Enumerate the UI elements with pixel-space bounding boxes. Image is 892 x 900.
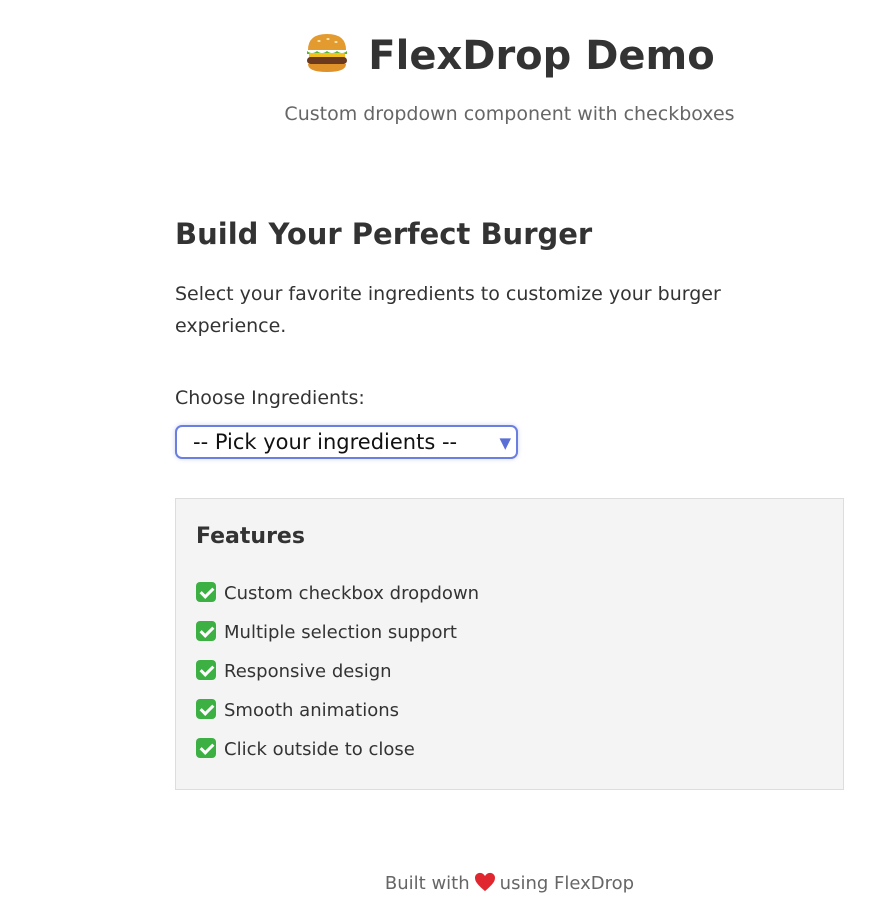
page-subtitle: Custom dropdown component with checkboxe… xyxy=(284,103,735,125)
features-list: Custom checkbox dropdown Multiple select… xyxy=(196,582,479,777)
feature-item: Custom checkbox dropdown xyxy=(196,582,479,621)
section-description: Select your favorite ingredients to cust… xyxy=(175,283,721,337)
section-title: Build Your Perfect Burger xyxy=(175,217,593,251)
feature-label: Multiple selection support xyxy=(224,622,457,643)
check-icon xyxy=(196,621,216,641)
check-icon xyxy=(196,582,216,602)
feature-label: Responsive design xyxy=(224,661,392,682)
footer-prefix: Built with xyxy=(384,873,470,894)
check-icon xyxy=(196,738,216,758)
check-icon xyxy=(196,699,216,719)
feature-item: Responsive design xyxy=(196,660,479,699)
feature-item: Smooth animations xyxy=(196,699,479,738)
features-title: Features xyxy=(196,524,305,549)
page-title-text: FlexDrop Demo xyxy=(368,33,715,79)
feature-label: Custom checkbox dropdown xyxy=(224,583,480,604)
burger-icon xyxy=(307,34,348,72)
feature-item: Multiple selection support xyxy=(196,621,479,660)
feature-label: Click outside to close xyxy=(224,739,415,760)
feature-item: Click outside to close xyxy=(196,738,479,777)
page-title: FlexDrop Demo xyxy=(175,30,844,82)
feature-label: Smooth animations xyxy=(224,700,400,721)
page-footer: Built with using FlexDrop xyxy=(175,872,844,896)
check-icon xyxy=(196,660,216,680)
features-box: Features Custom checkbox dropdown Multip… xyxy=(175,498,844,790)
ingredients-dropdown[interactable]: -- Pick your ingredients -- ▼ xyxy=(175,425,518,459)
footer-suffix: using FlexDrop xyxy=(499,873,635,894)
heart-icon xyxy=(474,872,495,892)
triangle-down-icon: ▼ xyxy=(499,434,511,452)
ingredients-label: Choose Ingredients: xyxy=(175,387,365,409)
dropdown-placeholder: -- Pick your ingredients -- xyxy=(193,430,458,454)
